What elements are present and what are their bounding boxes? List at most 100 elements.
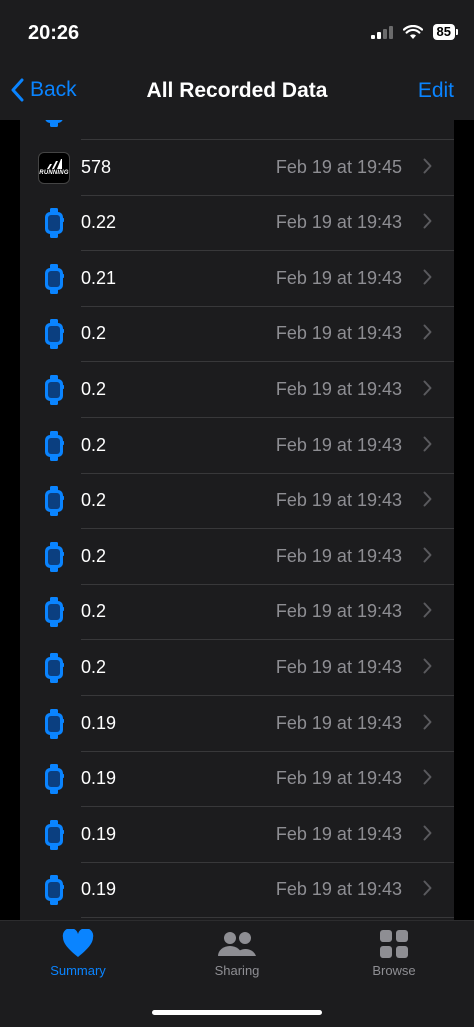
watch-icon (45, 319, 64, 350)
row-date: Feb 19 at 19:43 (275, 267, 402, 288)
list-item[interactable]: 0.19 Feb 19 at 19:43 (20, 807, 454, 863)
list-item[interactable]: 0.2 Feb 19 at 19:43 (20, 418, 454, 474)
row-value: 0.2 (81, 657, 107, 677)
back-button[interactable]: Back (10, 78, 77, 102)
list-item[interactable]: 0.2 Feb 19 at 19:43 (20, 362, 454, 418)
chevron-right-icon (423, 714, 432, 730)
row-icon (40, 430, 68, 461)
tab-summary-label: Summary (50, 963, 106, 978)
chevron-right-icon (423, 380, 432, 396)
tab-summary[interactable]: Summary (18, 929, 138, 978)
chevron-right-icon (423, 158, 432, 174)
row-icon (40, 597, 68, 628)
row-icon: RUNNING (38, 151, 70, 184)
row-chevron (423, 547, 432, 568)
row-date: Feb 19 at 19:43 (275, 712, 402, 733)
row-chevron (423, 769, 432, 790)
list-item[interactable]: RUNNING 578 Feb 19 at 19:45 (20, 140, 454, 196)
list-item[interactable]: 0.19 Feb 19 at 19:43 (20, 862, 454, 919)
row-chevron (423, 213, 432, 234)
row-chevron (423, 324, 432, 345)
row-value: 0.2 (81, 601, 107, 622)
row-icon (40, 208, 68, 239)
row-value: 0.19 (81, 712, 117, 733)
row-icon (40, 653, 68, 683)
chevron-right-icon (423, 547, 432, 563)
row-date: Feb 19 at 19:43 (275, 379, 402, 399)
row-date: Feb 19 at 19:43 (275, 823, 402, 844)
list-item[interactable]: 0.2 Feb 19 at 19:43 (20, 529, 454, 585)
chevron-right-icon (423, 769, 432, 785)
chevron-right-icon (423, 880, 432, 896)
status-time: 20:26 (28, 22, 80, 44)
watch-icon (45, 263, 64, 294)
row-chevron (423, 491, 432, 512)
chevron-right-icon (423, 324, 432, 340)
row-icon (40, 375, 68, 405)
row-chevron (423, 880, 432, 901)
row-date: Feb 19 at 19:43 (275, 490, 402, 511)
row-icon (40, 319, 68, 350)
row-value: 0.2 (81, 434, 107, 455)
watch-icon (45, 764, 64, 795)
cellular-signal-icon (370, 25, 393, 39)
row-chevron (423, 658, 432, 679)
row-chevron (423, 380, 432, 401)
status-icons: 85 (370, 24, 458, 40)
watch-icon (45, 375, 64, 405)
row-icon (40, 708, 68, 739)
row-date: Feb 19 at 19:43 (275, 434, 402, 455)
row-date: Feb 19 at 19:43 (275, 212, 402, 233)
people-icon (218, 932, 256, 956)
watch-icon (45, 875, 64, 906)
row-date: Feb 19 at 19:43 (275, 657, 402, 677)
tab-sharing[interactable]: Sharing (177, 929, 297, 978)
watch-icon (45, 819, 64, 850)
list-item[interactable]: 0.2 Feb 19 at 19:43 (20, 473, 454, 530)
grid-icon (380, 930, 408, 958)
row-icon (40, 541, 68, 572)
row-value: 0.22 (81, 212, 117, 233)
row-value: 578 (81, 156, 112, 177)
tab-browse[interactable]: Browse (334, 929, 454, 978)
watch-icon (45, 653, 64, 683)
list-item[interactable]: 0.22 Feb 19 at 19:43 (20, 195, 454, 252)
list-item[interactable] (20, 120, 454, 140)
row-chevron (423, 269, 432, 290)
list-item[interactable]: 0.19 Feb 19 at 19:43 (20, 751, 454, 808)
chevron-right-icon (423, 825, 432, 841)
list-item[interactable]: 0.2 Feb 19 at 19:43 (20, 640, 454, 696)
row-date: Feb 19 at 19:43 (275, 601, 402, 622)
top-bar: 20:26 85 Back All Recorded Data Edit (0, 0, 474, 120)
row-value: 0.2 (81, 379, 107, 399)
chevron-left-icon (11, 78, 24, 102)
list-item[interactable]: 0.21 Feb 19 at 19:43 (20, 251, 454, 307)
row-chevron (423, 825, 432, 846)
row-value: 0.19 (81, 879, 117, 900)
row-date: Feb 19 at 19:43 (275, 323, 402, 344)
back-label: Back (30, 78, 77, 101)
tab-browse-label: Browse (372, 963, 416, 978)
running-app-icon-label: RUNNING (39, 170, 69, 177)
heart-icon (62, 929, 94, 957)
row-date: Feb 19 at 19:43 (275, 545, 402, 566)
chevron-right-icon (423, 491, 432, 507)
list-item[interactable]: 0.19 Feb 19 at 19:43 (20, 696, 454, 752)
chevron-right-icon (423, 658, 432, 674)
row-chevron (423, 602, 432, 623)
row-chevron (423, 714, 432, 735)
row-date: Feb 19 at 19:43 (275, 768, 402, 789)
watch-icon (45, 541, 64, 572)
row-separator (81, 917, 454, 919)
row-date: Feb 19 at 19:43 (275, 879, 402, 900)
edit-button[interactable]: Edit (418, 79, 454, 103)
chevron-right-icon (423, 436, 432, 452)
watch-icon (45, 120, 63, 127)
list-item[interactable]: 0.2 Feb 19 at 19:43 (20, 306, 454, 363)
row-value: 0.21 (81, 267, 117, 288)
watch-icon (45, 430, 64, 461)
list-item[interactable]: 0.2 Feb 19 at 19:43 (20, 584, 454, 641)
chevron-right-icon (423, 213, 432, 229)
home-indicator (152, 1010, 322, 1015)
row-icon (40, 263, 68, 294)
